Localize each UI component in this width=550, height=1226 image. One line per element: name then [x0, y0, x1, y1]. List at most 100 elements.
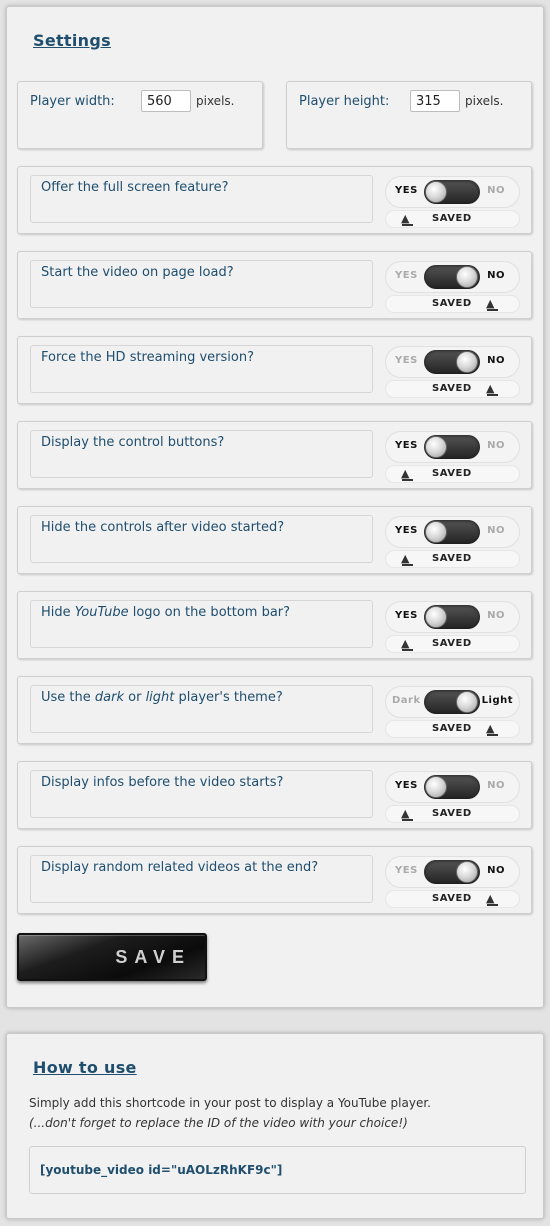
player-height-label: Player height:: [299, 94, 390, 109]
settings-panel: Settings Player width: pixels. Player he…: [6, 6, 544, 1008]
option-row-controls: Display the control buttons? YES NO ▲ SA…: [17, 421, 532, 489]
upload-arrow-icon: ▲: [401, 552, 414, 566]
toggle-no-label[interactable]: NO: [487, 780, 505, 791]
option-question-box: Display random related videos at the end…: [30, 855, 373, 903]
saved-status: ▲ SAVED: [385, 635, 520, 653]
saved-label: SAVED: [432, 213, 472, 224]
theme-toggle[interactable]: Dark Light: [385, 686, 520, 718]
player-height-box: Player height: pixels.: [286, 81, 532, 149]
option-row-autohide: Hide the controls after video started? Y…: [17, 506, 532, 574]
saved-status: ▲ SAVED: [385, 805, 520, 823]
toggle-light-label[interactable]: Light: [482, 695, 513, 706]
saved-label: SAVED: [432, 808, 472, 819]
option-row-infos: Display infos before the video starts? Y…: [17, 761, 532, 829]
player-height-input[interactable]: [410, 90, 460, 112]
fullscreen-toggle[interactable]: YES NO: [385, 176, 520, 208]
toggle-knob[interactable]: [425, 606, 447, 628]
hd-toggle[interactable]: YES NO: [385, 346, 520, 378]
howto-panel: How to use Simply add this shortcode in …: [6, 1033, 544, 1219]
toggle-knob[interactable]: [425, 776, 447, 798]
option-question: Hide the controls after video started?: [41, 520, 285, 535]
toggle-yes-label[interactable]: YES: [395, 440, 418, 451]
saved-label: SAVED: [432, 298, 472, 309]
toggle-yes-label[interactable]: YES: [395, 780, 418, 791]
toggle-knob[interactable]: [425, 181, 447, 203]
option-question: Start the video on page load?: [41, 265, 234, 280]
save-button-label[interactable]: SAVE: [115, 947, 191, 968]
upload-arrow-icon: ▲: [401, 212, 414, 226]
option-question-box: Hide YouTube logo on the bottom bar?: [30, 600, 373, 648]
toggle-yes-label[interactable]: YES: [395, 270, 418, 281]
option-row-related: Display random related videos at the end…: [17, 846, 532, 914]
option-question-box: Offer the full screen feature?: [30, 175, 373, 223]
option-row-autoplay: Start the video on page load? YES NO SAV…: [17, 251, 532, 319]
howto-title: How to use: [33, 1058, 137, 1077]
toggle-no-label[interactable]: NO: [487, 355, 505, 366]
player-width-unit: pixels.: [196, 94, 235, 108]
option-question: Display the control buttons?: [41, 435, 225, 450]
toggle-no-label[interactable]: NO: [487, 185, 505, 196]
toggle-knob[interactable]: [425, 521, 447, 543]
toggle-knob[interactable]: [425, 436, 447, 458]
player-height-unit: pixels.: [465, 94, 504, 108]
option-row-fullscreen: Offer the full screen feature? YES NO ▲ …: [17, 166, 532, 234]
autohide-toggle[interactable]: YES NO: [385, 516, 520, 548]
toggle-switch[interactable]: [424, 435, 480, 459]
option-row-theme: Use the dark or light player's theme? Da…: [17, 676, 532, 744]
toggle-yes-label[interactable]: YES: [395, 355, 418, 366]
toggle-switch[interactable]: [424, 265, 480, 289]
saved-label: SAVED: [432, 638, 472, 649]
toggle-switch[interactable]: [424, 180, 480, 204]
toggle-switch[interactable]: [424, 690, 480, 714]
upload-arrow-icon: ▲: [486, 297, 499, 311]
toggle-switch[interactable]: [424, 520, 480, 544]
option-question-box: Force the HD streaming version?: [30, 345, 373, 393]
option-question: Hide YouTube logo on the bottom bar?: [41, 605, 291, 620]
shortcode-text[interactable]: [youtube_video id="uAOLzRhKF9c"]: [40, 1163, 282, 1177]
toggle-no-label[interactable]: NO: [487, 270, 505, 281]
player-width-label: Player width:: [30, 94, 115, 109]
option-row-hd: Force the HD streaming version? YES NO S…: [17, 336, 532, 404]
saved-label: SAVED: [432, 553, 472, 564]
related-toggle[interactable]: YES NO: [385, 856, 520, 888]
option-question-box: Display infos before the video starts?: [30, 770, 373, 818]
toggle-no-label[interactable]: NO: [487, 440, 505, 451]
toggle-yes-label[interactable]: YES: [395, 185, 418, 196]
toggle-switch[interactable]: [424, 350, 480, 374]
toggle-yes-label[interactable]: YES: [395, 525, 418, 536]
howto-description: Simply add this shortcode in your post t…: [29, 1096, 431, 1110]
upload-arrow-icon: ▲: [486, 892, 499, 906]
option-question-box: Display the control buttons?: [30, 430, 373, 478]
settings-title: Settings: [33, 31, 111, 50]
toggle-no-label[interactable]: NO: [487, 865, 505, 876]
logo-toggle[interactable]: YES NO: [385, 601, 520, 633]
toggle-knob[interactable]: [456, 691, 478, 713]
upload-arrow-icon: ▲: [401, 637, 414, 651]
option-row-logo: Hide YouTube logo on the bottom bar? YES…: [17, 591, 532, 659]
player-width-input[interactable]: [141, 90, 191, 112]
saved-label: SAVED: [432, 723, 472, 734]
controls-toggle[interactable]: YES NO: [385, 431, 520, 463]
option-question: Display infos before the video starts?: [41, 775, 284, 790]
toggle-knob[interactable]: [456, 351, 478, 373]
toggle-switch[interactable]: [424, 605, 480, 629]
toggle-switch[interactable]: [424, 860, 480, 884]
toggle-switch[interactable]: [424, 775, 480, 799]
toggle-knob[interactable]: [456, 861, 478, 883]
toggle-knob[interactable]: [456, 266, 478, 288]
saved-label: SAVED: [432, 468, 472, 479]
option-question: Display random related videos at the end…: [41, 860, 319, 875]
upload-arrow-icon: ▲: [486, 722, 499, 736]
autoplay-toggle[interactable]: YES NO: [385, 261, 520, 293]
shortcode-box[interactable]: [youtube_video id="uAOLzRhKF9c"]: [29, 1146, 526, 1194]
toggle-no-label[interactable]: NO: [487, 610, 505, 621]
toggle-no-label[interactable]: NO: [487, 525, 505, 536]
infos-toggle[interactable]: YES NO: [385, 771, 520, 803]
toggle-yes-label[interactable]: YES: [395, 865, 418, 876]
saved-label: SAVED: [432, 893, 472, 904]
toggle-dark-label[interactable]: Dark: [392, 695, 421, 706]
save-button[interactable]: SAVE: [17, 933, 207, 981]
howto-note: (...don't forget to replace the ID of th…: [29, 1116, 408, 1130]
saved-status: SAVED ▲: [385, 295, 520, 313]
toggle-yes-label[interactable]: YES: [395, 610, 418, 621]
